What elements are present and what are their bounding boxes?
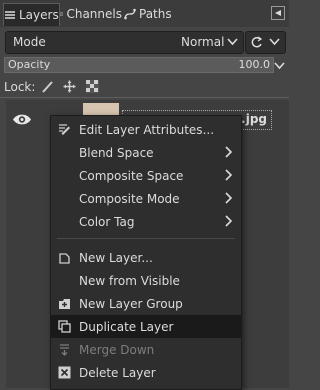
mode-combo[interactable]: Mode Normal [5, 31, 244, 54]
delete-layer-icon [58, 366, 71, 379]
lock-alpha-checker-icon[interactable] [86, 80, 99, 93]
menu-separator [57, 238, 235, 239]
opacity-slider[interactable]: Opacity 100.0 [4, 57, 274, 73]
menu-item-color-tag[interactable]: Color Tag [51, 210, 241, 233]
menu-item-blend-space[interactable]: Blend Space [51, 141, 241, 164]
tab-label: Channels [66, 7, 122, 21]
opacity-label: Opacity [8, 58, 51, 71]
merge-down-icon [58, 343, 71, 356]
tab-channels[interactable]: Channels [60, 3, 122, 25]
dock-tab-bar: Layers Channels Paths [0, 0, 289, 27]
new-layer-icon [58, 251, 71, 264]
new-layer-group-icon [58, 297, 71, 310]
dock-menu-button[interactable] [271, 6, 285, 20]
menu-item-new-layer[interactable]: New Layer... [51, 246, 241, 269]
menu-item-label: New from Visible [79, 273, 180, 288]
menu-item-label: Composite Space [79, 168, 184, 183]
tab-layers[interactable]: Layers [3, 3, 60, 26]
separator [0, 97, 289, 98]
eye-visibility-icon[interactable] [12, 113, 32, 126]
menu-item-new-layer-group[interactable]: New Layer Group [51, 292, 241, 315]
menu-item-label: New Layer Group [79, 296, 183, 311]
mode-switch-button[interactable] [245, 31, 286, 54]
menu-item-label: Delete Layer [79, 365, 156, 380]
lock-label: Lock: [4, 80, 36, 94]
chevron-right-icon [225, 146, 233, 158]
layer-name: .jpg [241, 112, 267, 126]
context-menu: Edit Layer Attributes... Blend Space Compo… [50, 115, 242, 390]
menu-item-label: Blend Space [79, 145, 154, 160]
edit-attributes-icon [58, 123, 71, 136]
menu-item-new-from-visible[interactable]: New from Visible [51, 269, 241, 292]
opacity-spin-button[interactable] [274, 57, 286, 73]
menu-item-label: Duplicate Layer [79, 319, 174, 334]
reset-arrow-icon [251, 36, 263, 48]
mode-value: Normal [181, 35, 225, 49]
chevron-down-icon [269, 38, 280, 46]
chevron-down-icon [274, 62, 285, 70]
menu-item-label: New Layer... [79, 250, 153, 265]
chevron-right-icon [225, 192, 233, 204]
menu-item-edit-layer-attributes[interactable]: Edit Layer Attributes... [51, 118, 241, 141]
tab-label: Paths [139, 7, 172, 21]
menu-item-delete-layer[interactable]: Delete Layer [51, 361, 241, 384]
tab-paths[interactable]: Paths [124, 3, 174, 25]
duplicate-layer-icon [58, 320, 71, 333]
menu-item-duplicate-layer[interactable]: Duplicate Layer [51, 315, 241, 338]
menu-item-composite-space[interactable]: Composite Space [51, 164, 241, 187]
channels-icon [60, 12, 64, 16]
menu-item-merge-down: Merge Down [51, 338, 241, 361]
tab-label: Layers [19, 8, 59, 22]
lock-pixels-brush-icon[interactable] [41, 80, 54, 93]
chevron-right-icon [225, 215, 233, 227]
opacity-value: 100.0 [238, 58, 271, 71]
chevron-down-icon [227, 38, 238, 46]
triangle-left-icon [275, 10, 281, 16]
menu-item-label: Edit Layer Attributes... [79, 122, 215, 137]
menu-item-label: Merge Down [79, 342, 155, 357]
menu-item-composite-mode[interactable]: Composite Mode [51, 187, 241, 210]
lock-position-move-icon[interactable] [63, 80, 76, 93]
paths-icon [124, 8, 136, 20]
layers-icon [5, 11, 15, 19]
menu-item-label: Composite Mode [79, 191, 180, 206]
mode-label: Mode [13, 35, 46, 49]
menu-item-label: Color Tag [79, 214, 135, 229]
chevron-right-icon [225, 169, 233, 181]
